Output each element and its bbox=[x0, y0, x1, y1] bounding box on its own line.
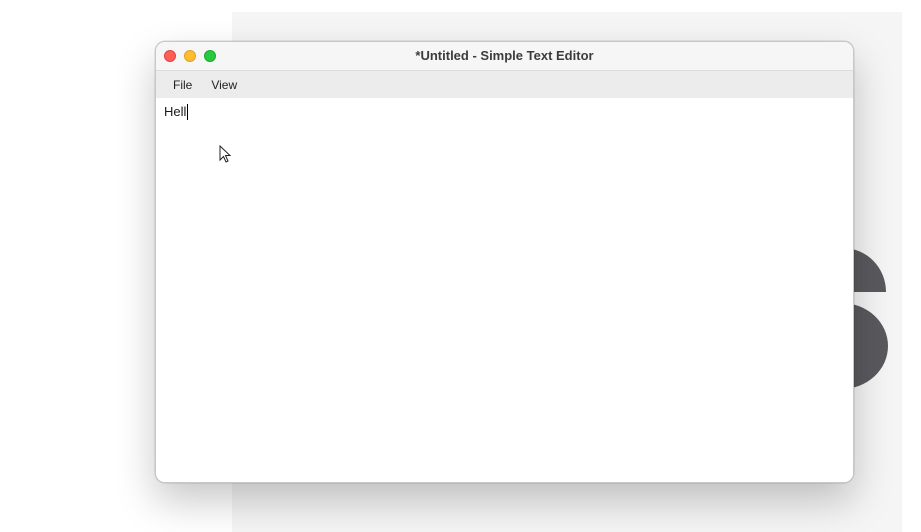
text-editor-area[interactable]: Hell bbox=[156, 98, 853, 482]
menu-view[interactable]: View bbox=[204, 76, 244, 94]
window-title: *Untitled - Simple Text Editor bbox=[415, 48, 594, 63]
menu-bar: File View bbox=[156, 71, 853, 98]
text-caret bbox=[187, 104, 189, 120]
menu-file[interactable]: File bbox=[166, 76, 199, 94]
title-bar[interactable]: *Untitled - Simple Text Editor bbox=[156, 42, 853, 71]
editor-content: Hell bbox=[164, 104, 187, 119]
editor-window: *Untitled - Simple Text Editor File View… bbox=[155, 41, 854, 483]
mouse-pointer-icon bbox=[219, 145, 232, 163]
desktop: *Untitled - Simple Text Editor File View… bbox=[0, 0, 921, 532]
